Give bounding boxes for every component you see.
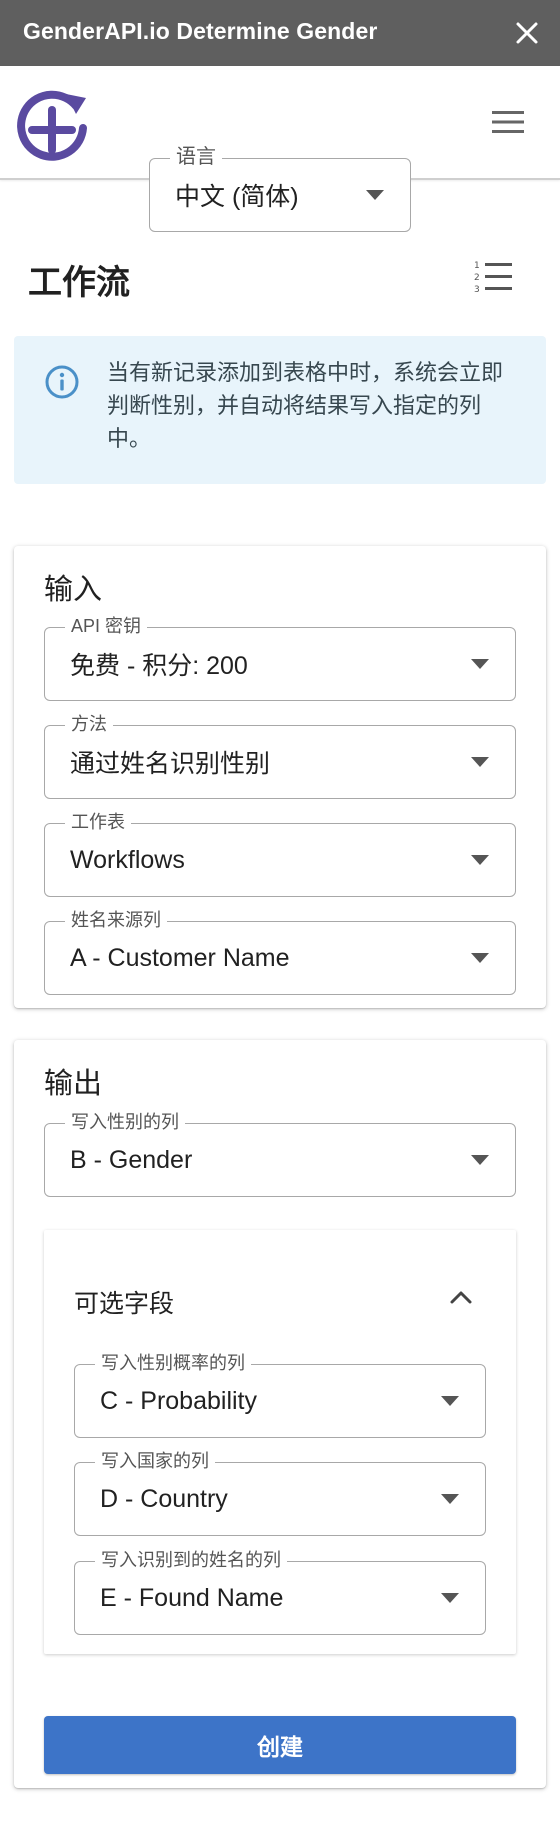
caret-down-icon — [471, 659, 489, 669]
chevron-up-icon[interactable] — [446, 1282, 476, 1312]
caret-down-icon — [471, 855, 489, 865]
country-column-value: D - Country — [100, 1484, 228, 1513]
output-card: 输出 写入性别的列 B - Gender 可选字段 写入性别概率的列 C - P… — [14, 1040, 546, 1788]
input-card-title: 输入 — [44, 574, 103, 606]
gender-column-select[interactable]: 写入性别的列 B - Gender — [44, 1111, 516, 1197]
svg-text:2: 2 — [474, 273, 480, 283]
caret-down-icon — [441, 1593, 459, 1603]
sheet-value: Workflows — [70, 845, 185, 874]
found-name-column-select[interactable]: 写入识别到的姓名的列 E - Found Name — [74, 1549, 486, 1635]
name-column-select[interactable]: 姓名来源列 A - Customer Name — [44, 909, 516, 995]
app-header: 语言 中文 (简体) — [0, 66, 560, 232]
info-icon — [45, 365, 79, 399]
sheet-select[interactable]: 工作表 Workflows — [44, 811, 516, 897]
caret-down-icon — [366, 190, 384, 200]
info-text: 当有新记录添加到表格中时，系统会立即判断性别，并自动将结果写入指定的列中。 — [107, 360, 504, 451]
country-column-select[interactable]: 写入国家的列 D - Country — [74, 1450, 486, 1536]
hamburger-menu-icon[interactable] — [488, 104, 528, 140]
method-value: 通过姓名识别性别 — [70, 750, 271, 778]
close-icon[interactable] — [512, 18, 542, 48]
output-card-title: 输出 — [44, 1068, 103, 1100]
probability-column-select[interactable]: 写入性别概率的列 C - Probability — [74, 1352, 486, 1438]
window-title: GenderAPI.io Determine Gender — [23, 18, 378, 44]
numbered-list-icon[interactable]: 1 2 3 — [472, 258, 514, 296]
svg-text:1: 1 — [474, 261, 480, 271]
api-key-value: 免费 - 积分: 200 — [70, 652, 248, 680]
api-key-select[interactable]: API 密钥 免费 - 积分: 200 — [44, 615, 516, 701]
name-column-value: A - Customer Name — [70, 943, 290, 972]
method-select[interactable]: 方法 通过姓名识别性别 — [44, 713, 516, 799]
svg-text:3: 3 — [474, 285, 480, 295]
caret-down-icon — [471, 757, 489, 767]
info-banner: 当有新记录添加到表格中时，系统会立即判断性别，并自动将结果写入指定的列中。 — [14, 336, 546, 484]
optional-fields-panel: 可选字段 写入性别概率的列 C - Probability 写入国家的列 D -… — [44, 1230, 516, 1654]
page-title: 工作流 — [28, 264, 130, 302]
caret-down-icon — [441, 1396, 459, 1406]
create-button[interactable]: 创建 — [44, 1716, 516, 1774]
genderapi-logo — [17, 90, 87, 161]
probability-column-value: C - Probability — [100, 1386, 257, 1415]
language-value: 中文 (简体) — [175, 183, 299, 211]
language-select[interactable]: 语言 中文 (简体) — [149, 146, 411, 232]
gender-column-value: B - Gender — [70, 1145, 193, 1174]
caret-down-icon — [471, 1155, 489, 1165]
optional-fields-title: 可选字段 — [74, 1290, 175, 1318]
caret-down-icon — [441, 1494, 459, 1504]
input-card: 输入 API 密钥 免费 - 积分: 200 方法 通过姓名识别性别 工作表 W… — [14, 546, 546, 1008]
caret-down-icon — [471, 953, 489, 963]
window-titlebar: GenderAPI.io Determine Gender — [0, 0, 560, 66]
found-name-column-value: E - Found Name — [100, 1583, 284, 1612]
